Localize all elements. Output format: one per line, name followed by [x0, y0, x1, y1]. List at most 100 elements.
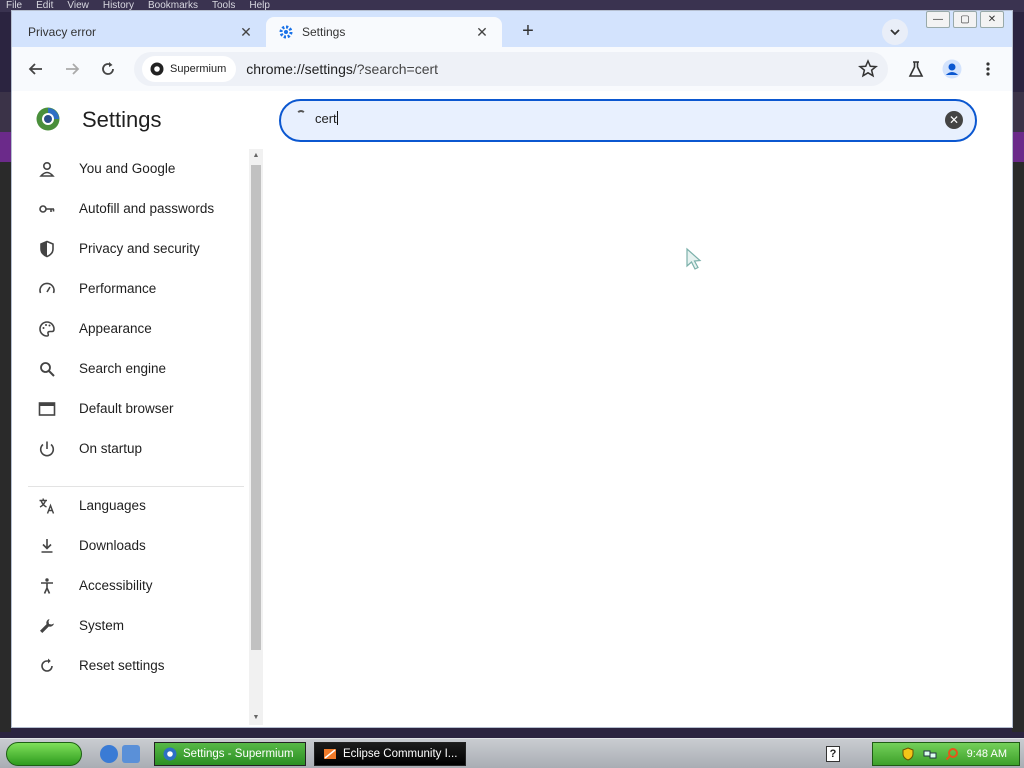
- sidebar-item-label: On startup: [79, 441, 143, 456]
- scroll-down-arrow-icon[interactable]: ▼: [251, 713, 261, 723]
- sidebar-item-label: Performance: [79, 281, 157, 296]
- page-title: Settings: [82, 107, 162, 132]
- settings-page: Settings cert ✕ You and Google Autofill …: [12, 91, 1012, 727]
- kebab-menu-icon: [986, 62, 990, 76]
- sidebar-item-performance[interactable]: Performance: [12, 269, 248, 309]
- menu-button[interactable]: [974, 55, 1002, 83]
- sidebar-item-label: Accessibility: [79, 578, 153, 593]
- clear-search-icon[interactable]: ✕: [945, 111, 963, 129]
- mouse-cursor-icon: [686, 247, 702, 270]
- search-icon: [40, 362, 55, 377]
- profile-button[interactable]: [938, 55, 966, 83]
- reset-icon: [41, 658, 53, 672]
- reload-button[interactable]: [94, 55, 122, 83]
- sidebar-item-you-and-google[interactable]: You and Google: [12, 149, 248, 189]
- chevron-down-icon: [890, 29, 900, 36]
- site-info-chip[interactable]: Supermium: [142, 56, 237, 82]
- address-bar[interactable]: Supermium chrome://settings/?search=cert: [134, 52, 888, 86]
- show-desktop-icon[interactable]: [122, 745, 140, 763]
- url-host: chrome://settings: [246, 61, 353, 77]
- sidebar-item-default-browser[interactable]: Default browser: [12, 389, 248, 429]
- maximize-button[interactable]: ▢: [953, 11, 977, 28]
- star-icon[interactable]: [858, 59, 878, 79]
- labs-button[interactable]: [902, 55, 930, 83]
- sidebar-item-system[interactable]: System: [12, 606, 248, 646]
- sidebar-item-appearance[interactable]: Appearance: [12, 309, 248, 349]
- flask-icon: [908, 61, 924, 77]
- url-text: chrome://settings/?search=cert: [246, 61, 438, 77]
- browser-window: Privacy error ✕ Settings ✕ + — ▢ ✕ Super…: [11, 10, 1013, 728]
- sidebar-item-privacy[interactable]: Privacy and security: [12, 229, 248, 269]
- supermium-logo-icon: [163, 747, 177, 761]
- taskbar: Settings - Supermium Eclipse Community I…: [0, 738, 1024, 768]
- tab-search-button[interactable]: [882, 19, 908, 45]
- loading-spinner-icon: [296, 110, 306, 120]
- help-icon[interactable]: ?: [826, 746, 840, 762]
- sidebar-item-autofill[interactable]: Autofill and passwords: [12, 189, 248, 229]
- power-icon: [39, 441, 55, 457]
- site-chip-label: Supermium: [170, 63, 227, 75]
- tab-title: Settings: [302, 25, 346, 39]
- close-window-button[interactable]: ✕: [980, 11, 1004, 28]
- sidebar-item-label: Privacy and security: [79, 241, 200, 256]
- search-input[interactable]: cert: [315, 111, 338, 126]
- sidebar-item-downloads[interactable]: Downloads: [12, 526, 248, 566]
- sidebar-item-label: Languages: [79, 498, 146, 513]
- avatar-icon: [942, 59, 962, 79]
- sidebar-item-on-startup[interactable]: On startup: [12, 429, 248, 469]
- arrow-right-icon: [66, 63, 80, 75]
- back-button[interactable]: [22, 55, 50, 83]
- download-icon: [41, 539, 53, 553]
- person-icon: [39, 161, 55, 177]
- sidebar-item-label: Search engine: [79, 361, 167, 376]
- tab-title: Privacy error: [28, 25, 97, 39]
- tab-settings[interactable]: Settings ✕: [266, 17, 502, 47]
- sidebar-item-label: Appearance: [79, 321, 152, 336]
- clock: 9:48 AM: [966, 748, 1007, 760]
- new-tab-button[interactable]: +: [516, 20, 540, 44]
- minimize-button[interactable]: —: [926, 11, 950, 28]
- gear-icon: [279, 25, 293, 39]
- close-icon[interactable]: ✕: [238, 24, 254, 40]
- network-icon[interactable]: [923, 747, 937, 761]
- forward-button[interactable]: [58, 55, 86, 83]
- key-icon: [39, 205, 55, 213]
- url-path: /?search=cert: [352, 61, 439, 77]
- close-icon[interactable]: ✕: [474, 24, 490, 40]
- wrench-icon: [40, 619, 54, 633]
- sidebar-item-label: Reset settings: [79, 658, 165, 673]
- taskbar-button-eclipse[interactable]: Eclipse Community I...: [314, 742, 466, 766]
- sidebar-item-reset-settings[interactable]: Reset settings: [12, 646, 248, 686]
- arrow-left-icon: [28, 63, 42, 75]
- sidebar-item-languages[interactable]: Languages: [12, 486, 248, 526]
- browser-window-icon: [38, 402, 56, 416]
- background-window-right: [1012, 92, 1024, 732]
- background-window-left: [0, 92, 11, 732]
- scrollbar-thumb[interactable]: [251, 165, 261, 650]
- taskbar-button-label: Settings - Supermium: [183, 748, 294, 760]
- browser-toolbar: Supermium chrome://settings/?search=cert: [12, 47, 1012, 91]
- sidebar-item-label: Default browser: [79, 401, 174, 416]
- translate-icon: [39, 498, 55, 514]
- settings-search-field[interactable]: cert ✕: [279, 99, 977, 142]
- tab-privacy-error[interactable]: Privacy error ✕: [16, 17, 266, 47]
- palette-icon: [39, 321, 55, 337]
- search-icon[interactable]: [945, 747, 959, 761]
- start-button[interactable]: [6, 742, 82, 766]
- settings-header: Settings cert ✕: [12, 91, 1012, 149]
- sidebar-item-accessibility[interactable]: Accessibility: [12, 566, 248, 606]
- tab-strip: Privacy error ✕ Settings ✕ + — ▢ ✕: [12, 11, 1012, 47]
- system-tray: 9:48 AM: [872, 742, 1020, 766]
- accessibility-icon: [41, 578, 53, 594]
- sidebar-item-search-engine[interactable]: Search engine: [12, 349, 248, 389]
- speedometer-icon: [39, 282, 55, 294]
- shield-icon[interactable]: [901, 747, 915, 761]
- taskbar-button-label: Eclipse Community I...: [343, 748, 458, 760]
- scroll-up-arrow-icon[interactable]: ▲: [251, 151, 261, 161]
- sidebar-item-label: Downloads: [79, 538, 146, 553]
- window-controls: — ▢ ✕: [926, 11, 1004, 28]
- sidebar-scrollbar[interactable]: ▲ ▼: [249, 149, 263, 725]
- internet-explorer-icon[interactable]: [100, 745, 118, 763]
- sidebar-item-label: Autofill and passwords: [79, 201, 215, 216]
- taskbar-button-settings[interactable]: Settings - Supermium: [154, 742, 306, 766]
